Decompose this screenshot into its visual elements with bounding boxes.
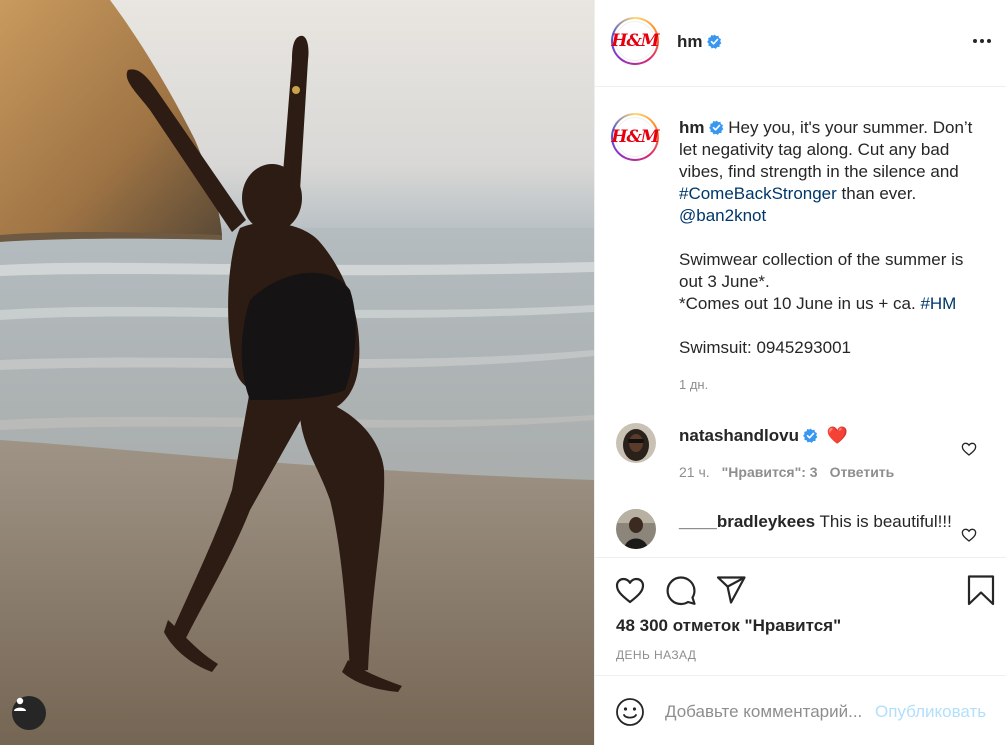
- caption-text: *Comes out 10 June in us + ca.: [679, 294, 921, 313]
- beach-photo-illustration: [0, 0, 594, 745]
- comment-bubble-icon[interactable]: [665, 574, 697, 606]
- comment-text: ____bradleykees This is beautiful!!!: [679, 511, 969, 533]
- user-tag-icon[interactable]: [12, 696, 46, 730]
- comments-list[interactable]: H&M hm Hey you, it's your summer. Don’t …: [595, 88, 1006, 557]
- caption-username[interactable]: hm: [679, 118, 705, 137]
- post-timestamp[interactable]: ДЕНЬ НАЗАД: [616, 648, 696, 662]
- comment-input[interactable]: [665, 698, 873, 726]
- verified-badge-icon: [708, 120, 723, 135]
- reply-button[interactable]: Ответить: [830, 464, 895, 480]
- likes-count[interactable]: 48 300 отметок "Нравится": [616, 616, 841, 636]
- hashtag-link[interactable]: #ComeBackStronger: [679, 184, 837, 203]
- caption-avatar[interactable]: H&M: [611, 113, 660, 161]
- hm-logo: H&M: [611, 21, 660, 61]
- hm-logo: H&M: [611, 117, 660, 157]
- username-text[interactable]: hm: [677, 32, 703, 51]
- comment-like-heart-icon[interactable]: [961, 527, 977, 543]
- more-options-icon[interactable]: [973, 39, 993, 47]
- avatar[interactable]: [616, 509, 656, 549]
- caption-text: than ever.: [836, 184, 917, 203]
- post-side-panel: H&M hm H&M hm Hey you, it's your summer.…: [594, 0, 1006, 745]
- caption-timestamp[interactable]: 1 дн.: [679, 377, 708, 392]
- avatar[interactable]: [616, 423, 656, 463]
- verified-badge-icon: [803, 428, 818, 443]
- verified-badge-icon: [706, 34, 721, 49]
- comment-username[interactable]: natashandlovu: [679, 426, 799, 445]
- paper-plane-icon[interactable]: [715, 574, 747, 606]
- heart-emoji: ❤️: [826, 426, 848, 445]
- post-actions: 48 300 отметок "Нравится" ДЕНЬ НАЗАД: [595, 557, 1006, 675]
- emoji-icon[interactable]: [615, 697, 645, 727]
- caption-text: Swimsuit: 0945293001: [679, 338, 852, 357]
- comment-time[interactable]: 21 ч.: [679, 464, 710, 480]
- bookmark-icon[interactable]: [965, 574, 997, 606]
- post-header: H&M hm: [595, 0, 1006, 87]
- post-photo[interactable]: [0, 0, 594, 745]
- hashtag-link[interactable]: #HM: [920, 294, 956, 313]
- heart-icon[interactable]: [614, 574, 646, 606]
- header-username[interactable]: hm: [677, 32, 722, 52]
- mention-link[interactable]: @ban2knot: [679, 206, 766, 225]
- post-caption: hm Hey you, it's your summer. Don’t let …: [679, 117, 985, 359]
- comment-likes[interactable]: "Нравится": 3: [722, 464, 818, 480]
- comment-username[interactable]: ____bradleykees: [679, 512, 815, 531]
- add-comment-bar: Опубликовать: [595, 675, 1006, 745]
- caption-text: Swimwear collection of the summer is out…: [679, 250, 964, 291]
- comment-like-heart-icon[interactable]: [961, 441, 977, 457]
- comment-meta: 21 ч. "Нравится": 3 Ответить: [679, 464, 894, 480]
- comment-text: natashandlovu ❤️: [679, 425, 969, 447]
- avatar[interactable]: H&M: [611, 17, 660, 65]
- publish-button[interactable]: Опубликовать: [875, 702, 986, 722]
- comment-body: This is beautiful!!!: [819, 512, 952, 531]
